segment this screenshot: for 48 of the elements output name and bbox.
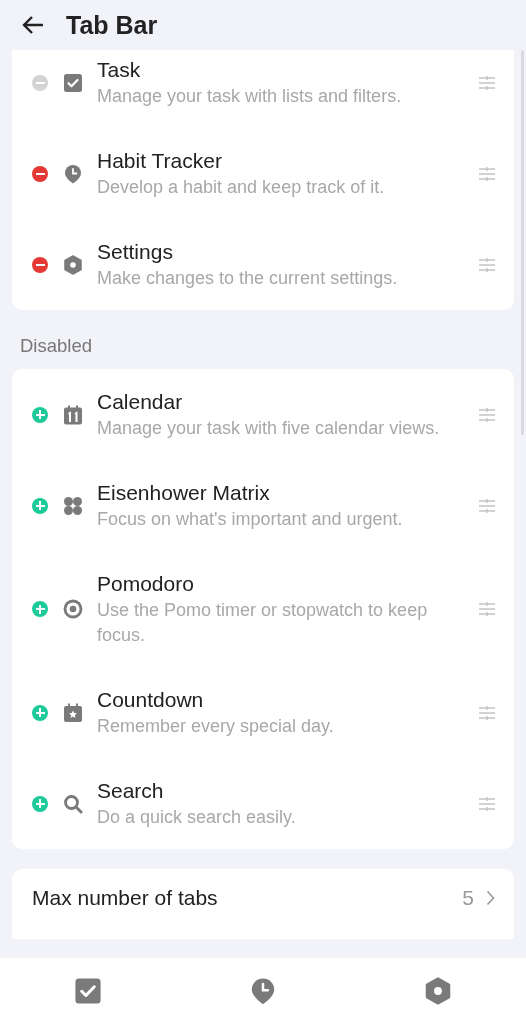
max-tabs-setting[interactable]: Max number of tabs 5: [12, 869, 514, 939]
setting-label: Max number of tabs: [32, 886, 218, 910]
chevron-right-icon: [486, 890, 495, 906]
back-arrow-icon[interactable]: [22, 15, 44, 35]
clock-pin-icon: [249, 977, 277, 1005]
add-button[interactable]: [32, 601, 48, 617]
hexagon-icon: [424, 977, 453, 1005]
item-description: Use the Pomo timer or stopwatch to keep focus.: [97, 599, 429, 647]
item-title: Search: [97, 778, 165, 804]
four-dots-icon: [63, 495, 83, 516]
setting-value: 5: [462, 886, 474, 910]
item-description: Manage your task with lists and filters.: [97, 85, 403, 108]
item-description: Focus on what's important and urgent.: [97, 508, 404, 531]
clock-pin-icon: [63, 163, 83, 184]
remove-button[interactable]: [32, 165, 48, 182]
section-label: Disabled: [19, 334, 93, 358]
item-description: Remember every special day.: [97, 715, 335, 738]
add-button[interactable]: [32, 497, 48, 514]
item-description: Do a quick search easily.: [97, 806, 297, 829]
item-title: Eisenhower Matrix: [97, 480, 271, 506]
calendar-icon: [63, 404, 83, 425]
item-title: Calendar: [97, 389, 184, 415]
drag-handle-icon[interactable]: [478, 497, 496, 514]
item-description: Manage your task with five calendar views.: [97, 417, 441, 440]
item-description: Develop a habit and keep track of it.: [97, 176, 386, 199]
item-title: Countdown: [97, 687, 205, 713]
item-title: Settings: [97, 239, 174, 265]
add-button[interactable]: [32, 704, 48, 721]
drag-handle-icon[interactable]: [478, 795, 496, 812]
item-description: Make changes to the current settings.: [97, 267, 399, 290]
add-button[interactable]: [32, 406, 48, 423]
drag-handle-icon[interactable]: [478, 256, 496, 273]
drag-handle-icon[interactable]: [478, 601, 496, 617]
search-icon: [63, 793, 83, 814]
page-title: Tab Bar: [66, 10, 158, 40]
drag-handle-icon[interactable]: [478, 704, 496, 721]
drag-handle-icon[interactable]: [478, 165, 496, 182]
remove-button[interactable]: [32, 256, 48, 273]
checkbox-icon: [63, 72, 83, 93]
checkbox-icon: [73, 977, 102, 1005]
drag-handle-icon[interactable]: [478, 406, 496, 423]
target-icon: [63, 599, 83, 619]
item-title: Task: [97, 57, 142, 83]
item-title: Pomodoro: [97, 571, 195, 597]
hexagon-icon: [63, 254, 83, 275]
item-title: Habit Tracker: [97, 148, 223, 174]
add-button[interactable]: [32, 795, 48, 812]
drag-handle-icon[interactable]: [478, 74, 496, 91]
